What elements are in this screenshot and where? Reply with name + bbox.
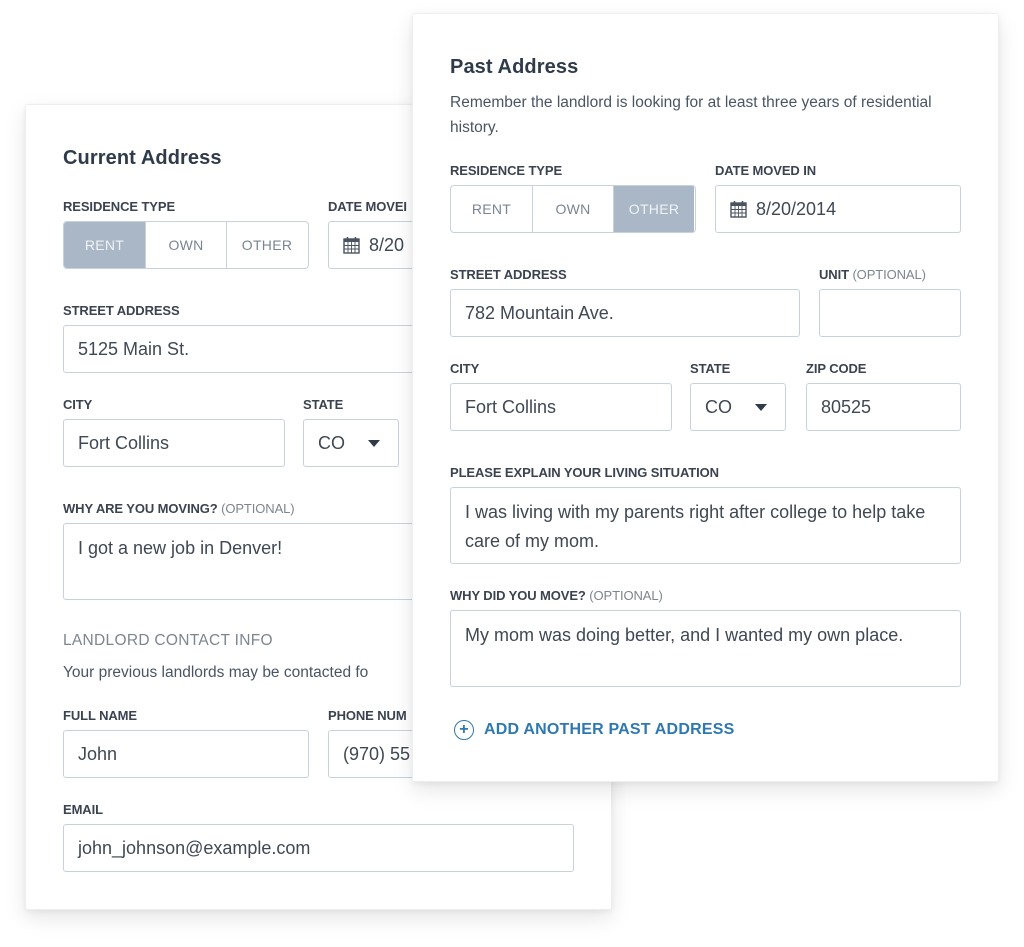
- street-address-input[interactable]: 782 Mountain Ave.: [450, 289, 800, 337]
- state-value: CO: [318, 432, 345, 453]
- why-moving-label: WHY ARE YOU MOVING? (OPTIONAL): [63, 501, 295, 516]
- city-input[interactable]: Fort Collins: [63, 419, 285, 467]
- why-moving-label-text: WHY ARE YOU MOVING?: [63, 501, 218, 516]
- landlord-contact-description: Your previous landlords may be contacted…: [63, 664, 369, 681]
- state-select[interactable]: CO: [303, 419, 399, 467]
- state-select[interactable]: CO: [690, 383, 786, 431]
- why-moved-textarea[interactable]: My mom was doing better, and I wanted my…: [450, 610, 961, 687]
- zip-label: ZIP CODE: [806, 361, 867, 376]
- optional-tag: (OPTIONAL): [221, 501, 295, 516]
- residence-option-own[interactable]: OWN: [532, 186, 613, 232]
- landlord-contact-heading: LANDLORD CONTACT INFO: [63, 632, 273, 649]
- residence-option-other[interactable]: OTHER: [613, 186, 694, 232]
- state-label: STATE: [303, 397, 344, 412]
- optional-tag: (OPTIONAL): [852, 267, 926, 282]
- residence-option-rent[interactable]: RENT: [64, 222, 145, 268]
- residence-type-label: RESIDENCE TYPE: [63, 199, 176, 214]
- full-name-input[interactable]: John: [63, 730, 309, 778]
- why-moved-label: WHY DID YOU MOVE? (OPTIONAL): [450, 588, 663, 603]
- add-another-label: ADD ANOTHER PAST ADDRESS: [484, 721, 735, 738]
- email-label: EMAIL: [63, 802, 103, 817]
- plus-circle-icon: +: [454, 720, 474, 740]
- city-label: CITY: [450, 361, 480, 376]
- add-another-past-address-button[interactable]: + ADD ANOTHER PAST ADDRESS: [454, 720, 734, 740]
- unit-label: UNIT (OPTIONAL): [819, 267, 926, 282]
- unit-input[interactable]: [819, 289, 961, 337]
- street-address-label: STREET ADDRESS: [63, 303, 180, 318]
- residence-option-rent[interactable]: RENT: [451, 186, 532, 232]
- residence-type-segmented: RENT OWN OTHER: [63, 221, 309, 269]
- city-label: CITY: [63, 397, 93, 412]
- date-moved-label: DATE MOVEI: [328, 199, 407, 214]
- why-moved-label-text: WHY DID YOU MOVE?: [450, 588, 586, 603]
- date-moved-value: 8/20: [369, 234, 405, 255]
- past-address-title: Past Address: [450, 56, 579, 78]
- residence-type-segmented: RENT OWN OTHER: [450, 185, 696, 233]
- optional-tag: (OPTIONAL): [589, 588, 663, 603]
- calendar-icon: [730, 200, 747, 218]
- living-situation-textarea[interactable]: I was living with my parents right after…: [450, 487, 961, 564]
- chevron-down-icon: [368, 439, 380, 447]
- past-address-description: Remember the landlord is looking for at …: [450, 94, 932, 136]
- residence-type-label: RESIDENCE TYPE: [450, 163, 563, 178]
- zip-input[interactable]: 80525: [806, 383, 961, 431]
- date-moved-input[interactable]: 8/20/2014: [715, 185, 961, 233]
- living-situation-label: PLEASE EXPLAIN YOUR LIVING SITUATION: [450, 465, 719, 480]
- state-label: STATE: [690, 361, 731, 376]
- email-input[interactable]: john_johnson@example.com: [63, 824, 574, 872]
- phone-label: PHONE NUM: [328, 708, 407, 723]
- city-input[interactable]: Fort Collins: [450, 383, 672, 431]
- date-moved-label: DATE MOVED IN: [715, 163, 817, 178]
- current-address-title: Current Address: [63, 147, 222, 169]
- residence-option-other[interactable]: OTHER: [226, 222, 307, 268]
- street-address-label: STREET ADDRESS: [450, 267, 567, 282]
- past-address-card: Past Address Remember the landlord is lo…: [412, 13, 999, 782]
- residence-option-own[interactable]: OWN: [145, 222, 226, 268]
- chevron-down-icon: [755, 403, 767, 411]
- state-value: CO: [705, 396, 732, 417]
- full-name-label: FULL NAME: [63, 708, 137, 723]
- unit-label-text: UNIT: [819, 267, 849, 282]
- calendar-icon: [343, 236, 360, 254]
- date-moved-value: 8/20/2014: [756, 198, 837, 219]
